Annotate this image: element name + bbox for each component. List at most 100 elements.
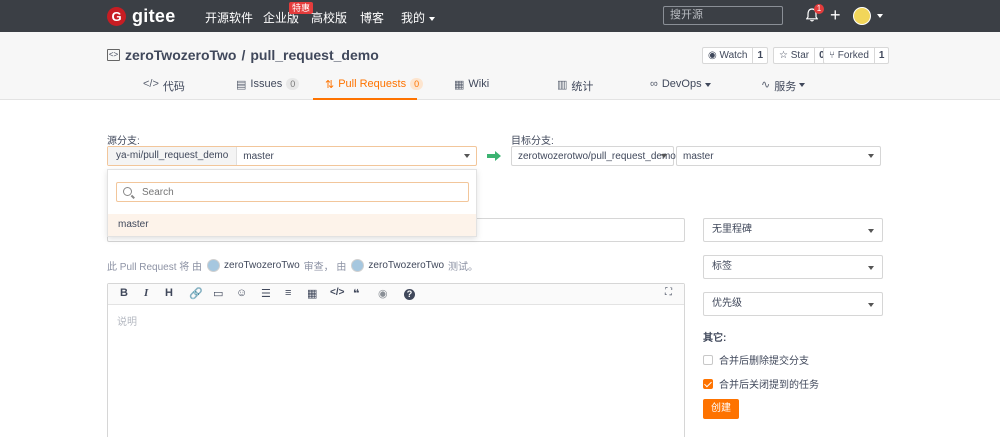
repo-owner-link[interactable]: zeroTwozeroTwo bbox=[125, 47, 236, 63]
chevron-down-icon bbox=[661, 154, 667, 158]
fork-button-group[interactable]: ⑂ Forked 1 bbox=[823, 47, 890, 64]
target-branch: master bbox=[683, 150, 714, 162]
close-issues-checkbox[interactable] bbox=[703, 378, 713, 389]
tab-label: Issues bbox=[250, 78, 283, 90]
tab-stats[interactable]: ▥ 统计 bbox=[557, 78, 607, 100]
nav-blog[interactable]: 博客 bbox=[360, 9, 384, 26]
nav-university[interactable]: 高校版 bbox=[311, 9, 347, 26]
star-button-group[interactable]: ☆ Star 0 bbox=[773, 47, 830, 64]
chevron-down-icon bbox=[868, 266, 874, 270]
source-branch: master bbox=[243, 150, 274, 162]
branch-search-input[interactable] bbox=[142, 185, 462, 199]
description-placeholder: 说明 bbox=[117, 317, 137, 328]
numbered-list-icon[interactable]: ≡ bbox=[285, 287, 291, 299]
tester-name[interactable]: zeroTwozeroTwo bbox=[368, 260, 444, 271]
repo-name-link[interactable]: pull_request_demo bbox=[250, 47, 378, 63]
chevron-down-icon[interactable] bbox=[877, 14, 883, 18]
branch-dropdown: master bbox=[107, 169, 477, 237]
source-branch-label: 源分支: bbox=[107, 136, 140, 147]
tab-pull-requests[interactable]: ⇅ Pull Requests 0 bbox=[313, 78, 424, 100]
link-icon[interactable]: 🔗 bbox=[189, 287, 203, 300]
other-options-label: 其它: bbox=[703, 333, 727, 344]
table-icon[interactable]: ▦ bbox=[307, 287, 317, 300]
wiki-icon: ▦ bbox=[454, 79, 465, 91]
repo-header: <> zeroTwozeroTwo / pull_request_demo ◉ … bbox=[0, 32, 1000, 100]
bold-icon[interactable]: B bbox=[120, 287, 128, 299]
gitee-logo-icon: G bbox=[107, 7, 126, 26]
watch-label: Watch bbox=[719, 50, 748, 61]
source-repo: ya-mi/pull_request_demo bbox=[108, 147, 238, 165]
chart-icon: ▥ bbox=[557, 79, 568, 91]
fork-count[interactable]: 1 bbox=[875, 48, 889, 63]
reviewer-info: 此 Pull Request 将 由 zeroTwozeroTwo 审查， 由 … bbox=[107, 258, 478, 273]
eye-icon: ◉ bbox=[708, 50, 720, 61]
labels-select[interactable]: 标签 bbox=[703, 255, 883, 279]
repo-title: <> zeroTwozeroTwo / pull_request_demo bbox=[107, 47, 379, 63]
delete-branch-option[interactable]: 合并后删除提交分支 bbox=[703, 352, 809, 367]
chevron-down-icon bbox=[868, 154, 874, 158]
gitee-logo[interactable]: G gitee bbox=[107, 6, 176, 27]
pr-count-badge: 0 bbox=[410, 78, 424, 90]
reviewer-prefix: 此 Pull Request 将 由 bbox=[107, 262, 203, 273]
target-repo-select[interactable]: zerotwozerotwo/pull_request_demo bbox=[511, 146, 676, 166]
delete-branch-label: 合并后删除提交分支 bbox=[719, 356, 809, 367]
close-issues-label: 合并后关闭提到的任务 bbox=[719, 380, 819, 391]
preview-icon[interactable]: ◉ bbox=[378, 287, 388, 300]
watch-count[interactable]: 1 bbox=[753, 48, 767, 63]
code-icon[interactable]: </> bbox=[330, 287, 344, 298]
watch-button[interactable]: ◉ Watch bbox=[703, 48, 754, 63]
chevron-down-icon bbox=[704, 83, 711, 87]
source-branch-select[interactable]: ya-mi/pull_request_demo master bbox=[107, 146, 477, 166]
milestone-select[interactable]: 无里程碑 bbox=[703, 218, 883, 242]
fullscreen-icon[interactable]: ⛶ bbox=[665, 287, 672, 298]
bullet-list-icon[interactable]: ☰ bbox=[261, 287, 271, 300]
priority-select[interactable]: 优先级 bbox=[703, 292, 883, 316]
star-icon: ☆ bbox=[779, 50, 791, 61]
heading-icon[interactable]: H bbox=[165, 287, 173, 299]
emoji-icon[interactable]: ☺ bbox=[236, 287, 247, 299]
top-navbar: G gitee 开源软件 企业版 特惠 高校版 博客 我的 搜开源 1 + bbox=[0, 0, 1000, 32]
notification-badge: 1 bbox=[814, 4, 824, 14]
description-editor[interactable]: B I H 🔗 ▭ ☺ ☰ ≡ ▦ </> ❝ ◉ ? ⛶ 说明 bbox=[107, 283, 685, 437]
nav-open-source[interactable]: 开源软件 bbox=[205, 9, 253, 26]
tab-issues[interactable]: ▤ Issues 0 bbox=[236, 78, 316, 100]
image-icon[interactable]: ▭ bbox=[213, 287, 223, 300]
tab-devops[interactable]: ∞ DevOps bbox=[650, 78, 720, 100]
tab-label: 服务 bbox=[774, 81, 797, 93]
chevron-down-icon bbox=[868, 229, 874, 233]
create-button[interactable]: 创建 bbox=[703, 399, 739, 419]
help-icon[interactable]: ? bbox=[404, 289, 415, 300]
close-issues-option[interactable]: 合并后关闭提到的任务 bbox=[703, 376, 819, 391]
tab-label: DevOps bbox=[661, 78, 702, 90]
target-branch-select[interactable]: master bbox=[676, 146, 881, 166]
fork-icon: ⑂ bbox=[829, 50, 838, 61]
fork-label: Forked bbox=[837, 50, 869, 61]
avatar[interactable] bbox=[853, 7, 871, 25]
repo-tabs: </> 代码 ▤ Issues 0 ⇅ Pull Requests 0 ▦ Wi… bbox=[0, 78, 1000, 100]
arrow-right-icon bbox=[487, 151, 501, 161]
brand-name: gitee bbox=[132, 6, 176, 26]
avatar bbox=[207, 259, 221, 272]
tab-code[interactable]: </> 代码 bbox=[143, 78, 203, 100]
quote-icon[interactable]: ❝ bbox=[353, 287, 359, 300]
reviewer-middle: 审查， 由 bbox=[303, 262, 347, 273]
repo-icon: <> bbox=[107, 49, 120, 61]
branch-option-master[interactable]: master bbox=[108, 214, 476, 236]
fork-button[interactable]: ⑂ Forked bbox=[824, 48, 875, 63]
tab-wiki[interactable]: ▦ Wiki bbox=[454, 78, 504, 100]
watch-button-group[interactable]: ◉ Watch 1 bbox=[702, 47, 769, 64]
repo-separator: / bbox=[241, 47, 246, 63]
labels-label: 标签 bbox=[712, 261, 732, 272]
branch-search-field[interactable] bbox=[116, 182, 469, 202]
nav-mine[interactable]: 我的 bbox=[401, 9, 436, 26]
plus-icon[interactable]: + bbox=[830, 5, 841, 26]
tab-services[interactable]: ∿ 服务 bbox=[761, 78, 821, 100]
pull-request-icon: ⇅ bbox=[325, 79, 335, 91]
star-label: Star bbox=[790, 50, 810, 61]
search-input[interactable]: 搜开源 bbox=[663, 6, 783, 25]
star-button[interactable]: ☆ Star bbox=[774, 48, 816, 63]
chevron-down-icon bbox=[868, 303, 874, 307]
italic-icon[interactable]: I bbox=[144, 287, 148, 299]
reviewer-name[interactable]: zeroTwozeroTwo bbox=[224, 260, 300, 271]
delete-branch-checkbox[interactable] bbox=[703, 354, 713, 365]
